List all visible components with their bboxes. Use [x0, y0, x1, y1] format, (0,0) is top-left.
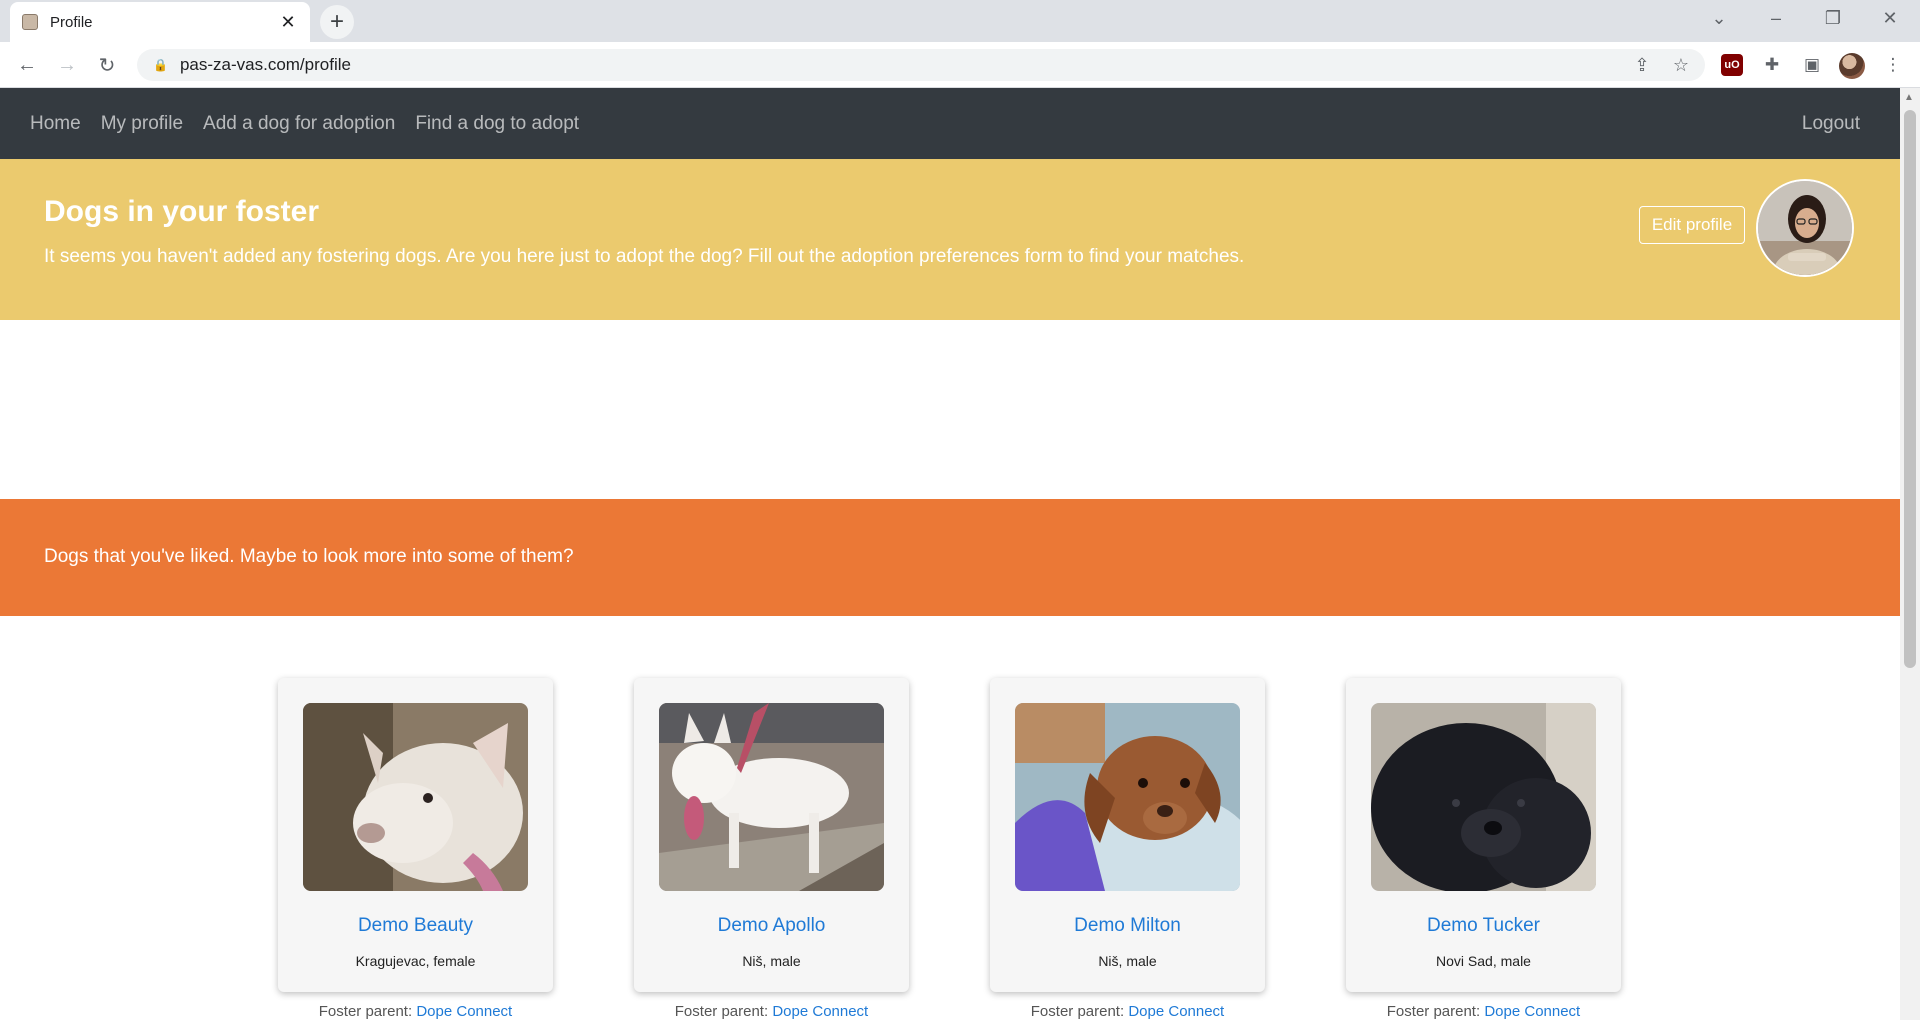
foster-parent-link[interactable]: Dope Connect [1128, 1003, 1224, 1020]
foster-section: Dogs in your foster It seems you haven't… [0, 159, 1900, 320]
nav-find-dog[interactable]: Find a dog to adopt [415, 113, 579, 135]
nav-home[interactable]: Home [30, 113, 81, 135]
page-scrollbar[interactable]: ▲ [1900, 88, 1920, 1020]
dog-card-apollo[interactable]: Demo Apollo Niš, male [634, 678, 909, 992]
tab-title: Profile [50, 13, 93, 31]
foster-parent-line: Foster parent: Dope Connect [990, 1003, 1265, 1020]
foster-parent-label: Foster parent: [1030, 1003, 1125, 1020]
new-tab-button[interactable]: + [320, 5, 354, 39]
back-arrow-icon[interactable]: ← [13, 51, 41, 79]
foster-parent-line: Foster parent: Dope Connect [278, 1003, 553, 1020]
restore-icon[interactable]: ❐ [1818, 8, 1848, 29]
dog-name[interactable]: Demo Tucker [1346, 915, 1621, 937]
foster-parent-label: Foster parent: [318, 1003, 413, 1020]
dog-name[interactable]: Demo Apollo [634, 915, 909, 937]
foster-message: It seems you haven't added any fostering… [44, 246, 1245, 267]
nav-add-dog[interactable]: Add a dog for adoption [203, 113, 395, 135]
dog-photo[interactable] [659, 703, 884, 891]
page-content: Home My profile Add a dog for adoption F… [0, 88, 1900, 1020]
foster-parent-label: Foster parent: [674, 1003, 769, 1020]
sidepanel-icon[interactable]: ▣ [1801, 54, 1823, 76]
edit-profile-button[interactable]: Edit profile [1639, 206, 1745, 244]
dog-photo[interactable] [1015, 703, 1240, 891]
browser-tab[interactable]: Profile ✕ [10, 2, 310, 42]
url-text[interactable]: pas-za-vas.com/profile [180, 55, 351, 75]
forward-arrow-icon[interactable]: → [53, 51, 81, 79]
minimize-icon[interactable]: – [1761, 8, 1791, 29]
user-photo [1758, 181, 1852, 275]
ublock-icon[interactable]: uO [1721, 54, 1743, 76]
dog-location: Niš, male [1098, 953, 1157, 969]
dog-location: Kragujevac, female [355, 953, 476, 969]
star-icon[interactable]: ☆ [1670, 55, 1692, 76]
browser-tab-strip: Profile ✕ + ⌄ – ❐ ✕ [0, 0, 1920, 42]
user-avatar [1756, 179, 1854, 277]
scroll-thumb[interactable] [1904, 110, 1916, 668]
site-favicon-icon [22, 14, 38, 30]
foster-parent-line: Foster parent: Dope Connect [1346, 1003, 1621, 1020]
close-window-icon[interactable]: ✕ [1875, 8, 1905, 29]
reload-icon[interactable]: ↻ [93, 51, 121, 79]
address-bar[interactable]: 🔒 pas-za-vas.com/profile ⇪ ☆ [137, 49, 1705, 81]
tab-close-icon[interactable]: ✕ [278, 12, 298, 33]
browser-profile-avatar[interactable] [1839, 53, 1865, 79]
liked-message: Dogs that you've liked. Maybe to look mo… [44, 546, 574, 567]
dog-name[interactable]: Demo Beauty [278, 915, 553, 937]
dog-name[interactable]: Demo Milton [990, 915, 1265, 937]
foster-parent-link[interactable]: Dope Connect [1484, 1003, 1580, 1020]
foster-parent-label: Foster parent: [1386, 1003, 1481, 1020]
liked-section: Dogs that you've liked. Maybe to look mo… [0, 499, 1900, 616]
dog-location: Niš, male [742, 953, 801, 969]
nav-my-profile[interactable]: My profile [101, 113, 183, 135]
tab-search-icon[interactable]: ⌄ [1704, 8, 1734, 29]
dog-photo[interactable] [303, 703, 528, 891]
dog-card-milton[interactable]: Demo Milton Niš, male [990, 678, 1265, 992]
foster-parent-link[interactable]: Dope Connect [416, 1003, 512, 1020]
share-icon[interactable]: ⇪ [1631, 55, 1653, 76]
foster-title: Dogs in your foster [44, 195, 320, 228]
dog-card-beauty[interactable]: Demo Beauty Kragujevac, female [278, 678, 553, 992]
dog-location: Novi Sad, male [1436, 953, 1531, 969]
lock-icon[interactable]: 🔒 [153, 58, 168, 72]
foster-parent-link[interactable]: Dope Connect [772, 1003, 868, 1020]
scroll-up-icon[interactable]: ▲ [1904, 92, 1914, 103]
dog-card-tucker[interactable]: Demo Tucker Novi Sad, male [1346, 678, 1621, 992]
nav-logout[interactable]: Logout [1802, 113, 1860, 135]
foster-parent-line: Foster parent: Dope Connect [634, 1003, 909, 1020]
kebab-menu-icon[interactable]: ⋮ [1882, 54, 1904, 76]
site-navbar: Home My profile Add a dog for adoption F… [0, 88, 1900, 159]
browser-toolbar: ← → ↻ 🔒 pas-za-vas.com/profile ⇪ ☆ uO ✚ … [0, 42, 1920, 88]
puzzle-icon[interactable]: ✚ [1761, 54, 1783, 76]
dog-photo[interactable] [1371, 703, 1596, 891]
